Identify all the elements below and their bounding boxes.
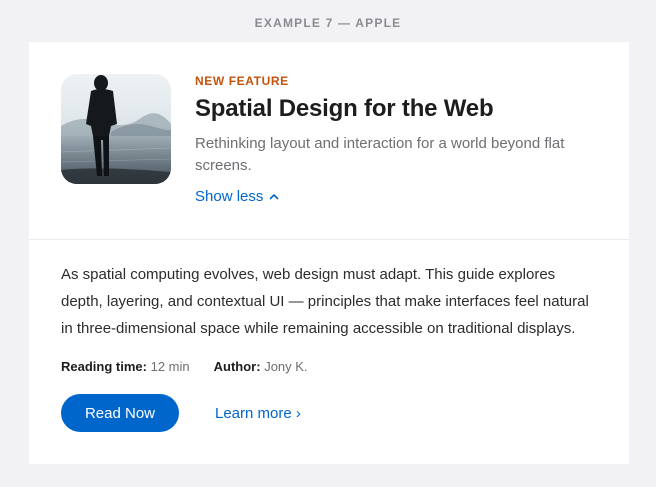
card-header: NEW FEATURE Spatial Design for the Web R… xyxy=(29,42,629,240)
chevron-up-icon xyxy=(270,194,279,200)
card-description: As spatial computing evolves, web design… xyxy=(61,266,589,337)
example-label: EXAMPLE 7 — APPLE xyxy=(254,16,402,30)
card-actions: Read Now Learn more › xyxy=(61,394,597,432)
author: Author: Jony K. xyxy=(214,359,308,374)
card-meta: Reading time: 12 min Author: Jony K. xyxy=(61,359,597,374)
card-title: Spatial Design for the Web xyxy=(195,95,494,122)
author-value: Jony K. xyxy=(264,359,308,374)
card-heading-group: NEW FEATURE Spatial Design for the Web R… xyxy=(195,74,605,206)
author-label: Author: xyxy=(213,359,261,374)
feature-card: NEW FEATURE Spatial Design for the Web R… xyxy=(29,42,629,464)
card-subtitle: Rethinking layout and interaction for a … xyxy=(195,135,565,174)
feature-thumbnail xyxy=(61,74,171,184)
learn-more-link[interactable]: Learn more › xyxy=(215,405,301,422)
card-body: As spatial computing evolves, web design… xyxy=(29,240,629,432)
reading-time-value: 12 min xyxy=(150,359,190,374)
reading-time: Reading time: 12 min xyxy=(61,359,190,374)
read-now-button[interactable]: Read Now xyxy=(61,394,179,432)
show-less-label: Show less xyxy=(195,188,264,205)
reading-time-label: Reading time: xyxy=(61,359,147,374)
eyebrow-label: NEW FEATURE xyxy=(195,74,289,88)
misty-lake-person-image xyxy=(61,74,171,184)
show-less-toggle[interactable]: Show less xyxy=(195,188,279,205)
